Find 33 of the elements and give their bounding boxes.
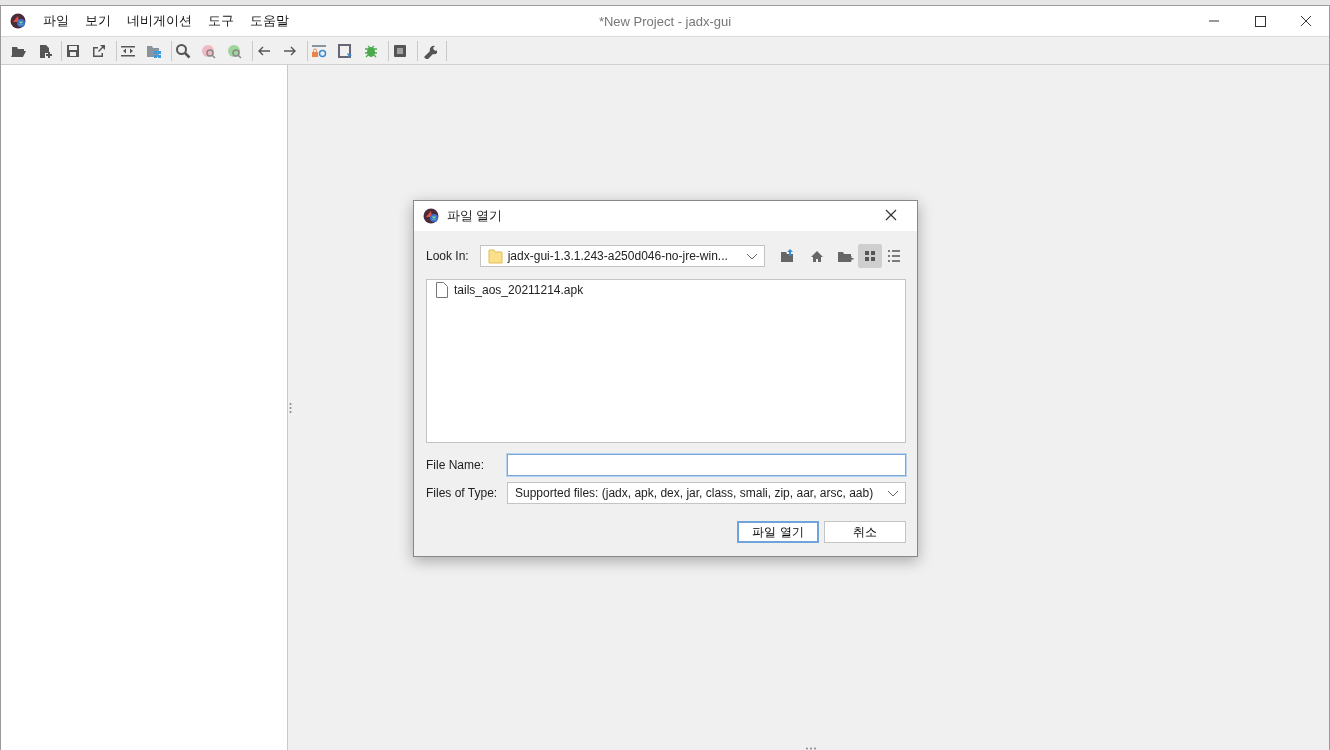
file-name-field[interactable]: [507, 454, 906, 476]
dialog-button[interactable]: 파일 열기: [737, 521, 819, 543]
menu-item[interactable]: 네비게이션: [119, 13, 200, 28]
grid-view-icon[interactable]: [857, 244, 882, 268]
close-icon[interactable]: [885, 208, 897, 221]
look-in-dropdown[interactable]: jadx-gui-1.3.1.243-a250d046-no-jre-win...: [479, 245, 765, 267]
export-icon[interactable]: [91, 42, 107, 59]
caret-icon: [745, 252, 758, 260]
window-title: *New Project - jadx-gui: [598, 13, 732, 29]
menu-item[interactable]: 도움말: [242, 13, 297, 28]
window-cursor-icon[interactable]: [337, 42, 353, 59]
dialog-title: 파일 열기: [447, 207, 503, 225]
files-of-type-label: Files of Type:: [426, 486, 494, 500]
caret-icon: [887, 489, 899, 497]
folder-up-icon[interactable]: [778, 248, 795, 264]
folder-icon: [487, 248, 503, 264]
search-usage-icon[interactable]: [227, 42, 243, 59]
file-type-dropdown[interactable]: Supported files: (jadx, apk, dex, jar, class, smali, zip, aar, arsc, aab): [507, 482, 906, 504]
dialog-button[interactable]: 취소: [824, 521, 906, 543]
search-class-icon[interactable]: [201, 42, 217, 59]
file-name[interactable]: tails_aos_20211214.apk: [454, 283, 584, 297]
split-handle-icon[interactable]: [805, 747, 817, 750]
dialog-logo-icon: [423, 208, 439, 224]
save-icon[interactable]: [65, 42, 81, 59]
file-icon: [435, 282, 449, 298]
menu-item[interactable]: 파일: [35, 13, 77, 28]
menu-item[interactable]: 도구: [200, 13, 242, 28]
menu-item[interactable]: 보기: [77, 13, 119, 28]
search-icon[interactable]: [175, 42, 191, 59]
look-in-label: Look In:: [426, 249, 469, 263]
app-logo-icon: [10, 13, 26, 29]
file-name-label: File Name:: [426, 458, 485, 472]
split-handle-icon[interactable]: [289, 401, 292, 414]
